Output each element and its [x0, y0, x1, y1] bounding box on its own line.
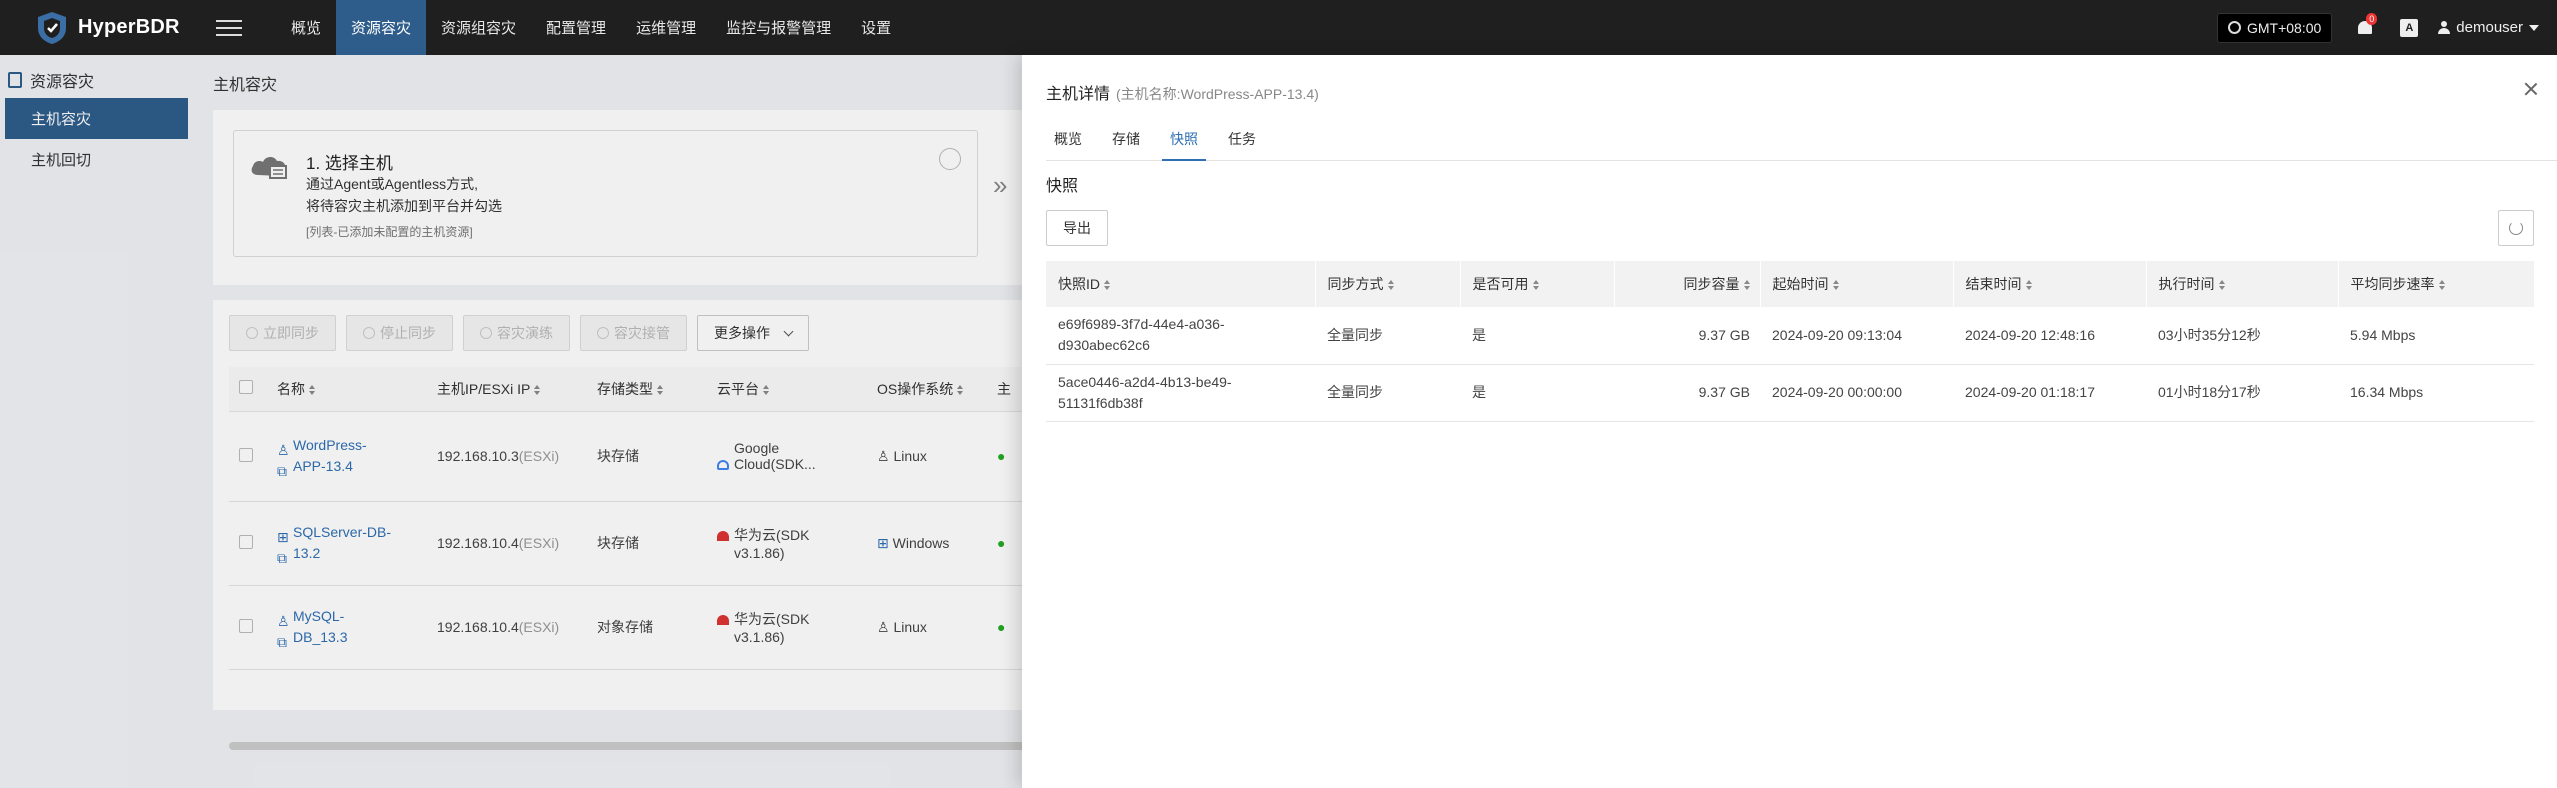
column-header[interactable]: 同步容量: [1614, 261, 1761, 307]
language-icon[interactable]: A: [2400, 18, 2419, 37]
bell-icon[interactable]: 0: [2356, 12, 2378, 37]
close-icon[interactable]: [2523, 81, 2539, 97]
sort-icon[interactable]: [1832, 280, 1839, 291]
sort-icon[interactable]: [2218, 280, 2225, 291]
nav-resource-dr[interactable]: 资源容灾: [336, 0, 427, 55]
start-time-cell: 2024-09-20 00:00:00: [1760, 364, 1953, 422]
column-label: 同步容量: [1683, 276, 1740, 292]
table-row[interactable]: 5ace0446-a2d4-4b13-be49- 51131f6db38f 全量同…: [1046, 364, 2534, 422]
sync-mode-cell: 全量同步: [1315, 307, 1460, 365]
modal-overlay[interactable]: [0, 55, 1022, 788]
table-header-row: 快照ID 同步方式 是否可用 同步容量 起始时间 结束时间 执行时间 平均同步速…: [1046, 261, 2535, 307]
tab-storage[interactable]: 存储: [1104, 123, 1148, 161]
menu-toggle-icon[interactable]: [216, 15, 242, 41]
snapshot-id-line2: d930abec62c6: [1058, 337, 1150, 354]
duration-cell: 01小时18分17秒: [2146, 364, 2338, 422]
tab-tasks[interactable]: 任务: [1220, 123, 1264, 161]
sync-size-cell: 9.37 GB: [1614, 364, 1760, 422]
user-menu[interactable]: demouser: [2438, 19, 2539, 36]
available-cell: 是: [1460, 364, 1614, 422]
nav-resource-group-dr[interactable]: 资源组容灾: [426, 0, 531, 55]
sort-icon[interactable]: [2025, 280, 2032, 291]
timezone-badge[interactable]: GMT+08:00: [2216, 12, 2333, 43]
sync-size-cell: 9.37 GB: [1614, 307, 1760, 365]
drawer-title-text: 主机详情: [1046, 86, 1111, 103]
shield-logo-icon: [38, 11, 66, 44]
nav-overview[interactable]: 概览: [276, 0, 336, 55]
tab-snapshot[interactable]: 快照: [1162, 123, 1206, 161]
refresh-icon: [2509, 221, 2523, 235]
app-name: HyperBDR: [78, 16, 180, 38]
drawer-title: 主机详情 (主机名称:WordPress-APP-13.4): [1046, 80, 1319, 104]
sort-icon[interactable]: [1387, 280, 1394, 291]
column-header[interactable]: 快照ID: [1046, 261, 1316, 307]
nav-config[interactable]: 配置管理: [531, 0, 621, 55]
tab-overview[interactable]: 概览: [1046, 123, 1090, 161]
column-label: 执行时间: [2158, 276, 2215, 292]
column-label: 同步方式: [1327, 276, 1384, 292]
host-detail-drawer: 主机详情 (主机名称:WordPress-APP-13.4) 概览 存储 快照 任…: [1022, 55, 2557, 788]
column-header[interactable]: 执行时间: [2146, 261, 2339, 307]
sort-icon[interactable]: [1743, 280, 1750, 291]
column-label: 快照ID: [1058, 276, 1100, 292]
logo[interactable]: HyperBDR: [34, 10, 214, 46]
speed-cell: 5.94 Mbps: [2338, 307, 2534, 365]
snapshot-id-line1: e69f6989-3f7d-44e4-a036-: [1058, 316, 1225, 333]
column-header[interactable]: 起始时间: [1760, 261, 1954, 307]
column-label: 结束时间: [1965, 276, 2022, 292]
top-navbar: HyperBDR 概览 资源容灾 资源组容灾 配置管理 运维管理 监控与报警管理…: [0, 0, 2557, 55]
nav-monitoring[interactable]: 监控与报警管理: [711, 0, 846, 55]
main-nav: 概览 资源容灾 资源组容灾 配置管理 运维管理 监控与报警管理 设置: [276, 0, 906, 55]
nav-settings[interactable]: 设置: [846, 0, 906, 55]
available-cell: 是: [1460, 307, 1614, 365]
column-header[interactable]: 平均同步速率: [2338, 261, 2535, 307]
timezone-label: GMT+08:00: [2246, 19, 2322, 36]
duration-cell: 03小时35分12秒: [2146, 307, 2338, 365]
start-time-cell: 2024-09-20 09:13:04: [1760, 307, 1953, 365]
column-label: 平均同步速率: [2350, 276, 2435, 292]
column-label: 起始时间: [1772, 276, 1829, 292]
user-icon: [2438, 21, 2451, 34]
section-title: 快照: [1046, 178, 1079, 195]
notification-count: 0: [2366, 12, 2378, 25]
end-time-cell: 2024-09-20 01:18:17: [1953, 364, 2146, 422]
table-row[interactable]: e69f6989-3f7d-44e4-a036- d930abec62c6 全量同…: [1046, 307, 2534, 365]
snapshot-id-line2: 51131f6db38f: [1058, 394, 1143, 411]
column-header[interactable]: 结束时间: [1953, 261, 2147, 307]
column-header[interactable]: 是否可用: [1460, 261, 1615, 307]
sort-icon[interactable]: [1532, 280, 1539, 291]
clock-icon: [2227, 21, 2241, 34]
speed-cell: 16.34 Mbps: [2338, 364, 2534, 422]
sort-icon[interactable]: [1104, 280, 1110, 291]
export-button[interactable]: 导出: [1046, 210, 1108, 246]
username: demouser: [2456, 19, 2523, 36]
column-header[interactable]: 同步方式: [1315, 261, 1461, 307]
refresh-button[interactable]: [2498, 210, 2534, 246]
column-label: 是否可用: [1472, 276, 1529, 292]
drawer-tabs: 概览 存储 快照 任务: [1046, 123, 2557, 161]
nav-ops[interactable]: 运维管理: [621, 0, 711, 55]
chevron-down-icon: [2529, 24, 2539, 31]
snapshot-id-line1: 5ace0446-a2d4-4b13-be49-: [1058, 373, 1232, 390]
snapshot-id-cell: e69f6989-3f7d-44e4-a036- d930abec62c6: [1046, 307, 1315, 365]
sort-icon[interactable]: [2438, 280, 2445, 291]
sync-mode-cell: 全量同步: [1315, 364, 1460, 422]
snapshot-table: 快照ID 同步方式 是否可用 同步容量 起始时间 结束时间 执行时间 平均同步速…: [1046, 261, 2535, 422]
drawer-subtitle: (主机名称:WordPress-APP-13.4): [1116, 86, 1319, 102]
end-time-cell: 2024-09-20 12:48:16: [1953, 307, 2146, 365]
snapshot-id-cell: 5ace0446-a2d4-4b13-be49- 51131f6db38f: [1046, 364, 1315, 422]
